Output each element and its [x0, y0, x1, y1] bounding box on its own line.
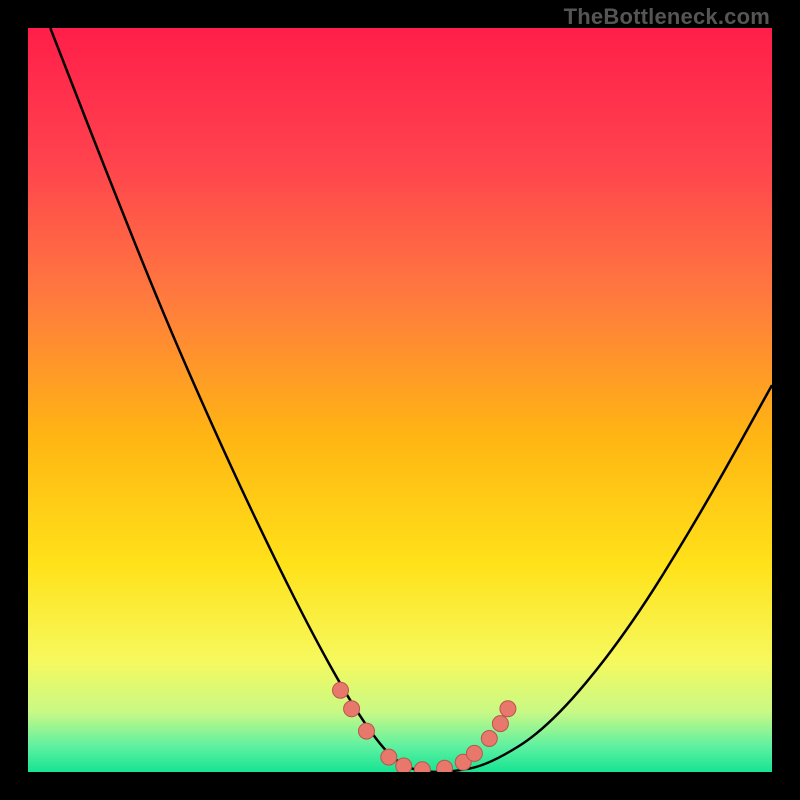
curve-markers-group [333, 682, 516, 772]
curve-marker [381, 749, 397, 765]
curve-marker [396, 758, 412, 772]
watermark-text: TheBottleneck.com [564, 4, 770, 30]
curve-marker [359, 723, 375, 739]
curve-marker [500, 701, 516, 717]
curve-marker [481, 731, 497, 747]
curve-marker [437, 760, 453, 772]
curve-marker [466, 745, 482, 761]
curve-marker [333, 682, 349, 698]
curve-marker [414, 762, 430, 772]
chart-frame [28, 28, 772, 772]
curve-marker [492, 716, 508, 732]
bottleneck-curve [50, 28, 772, 772]
curve-marker [344, 701, 360, 717]
bottleneck-curve-layer [28, 28, 772, 772]
